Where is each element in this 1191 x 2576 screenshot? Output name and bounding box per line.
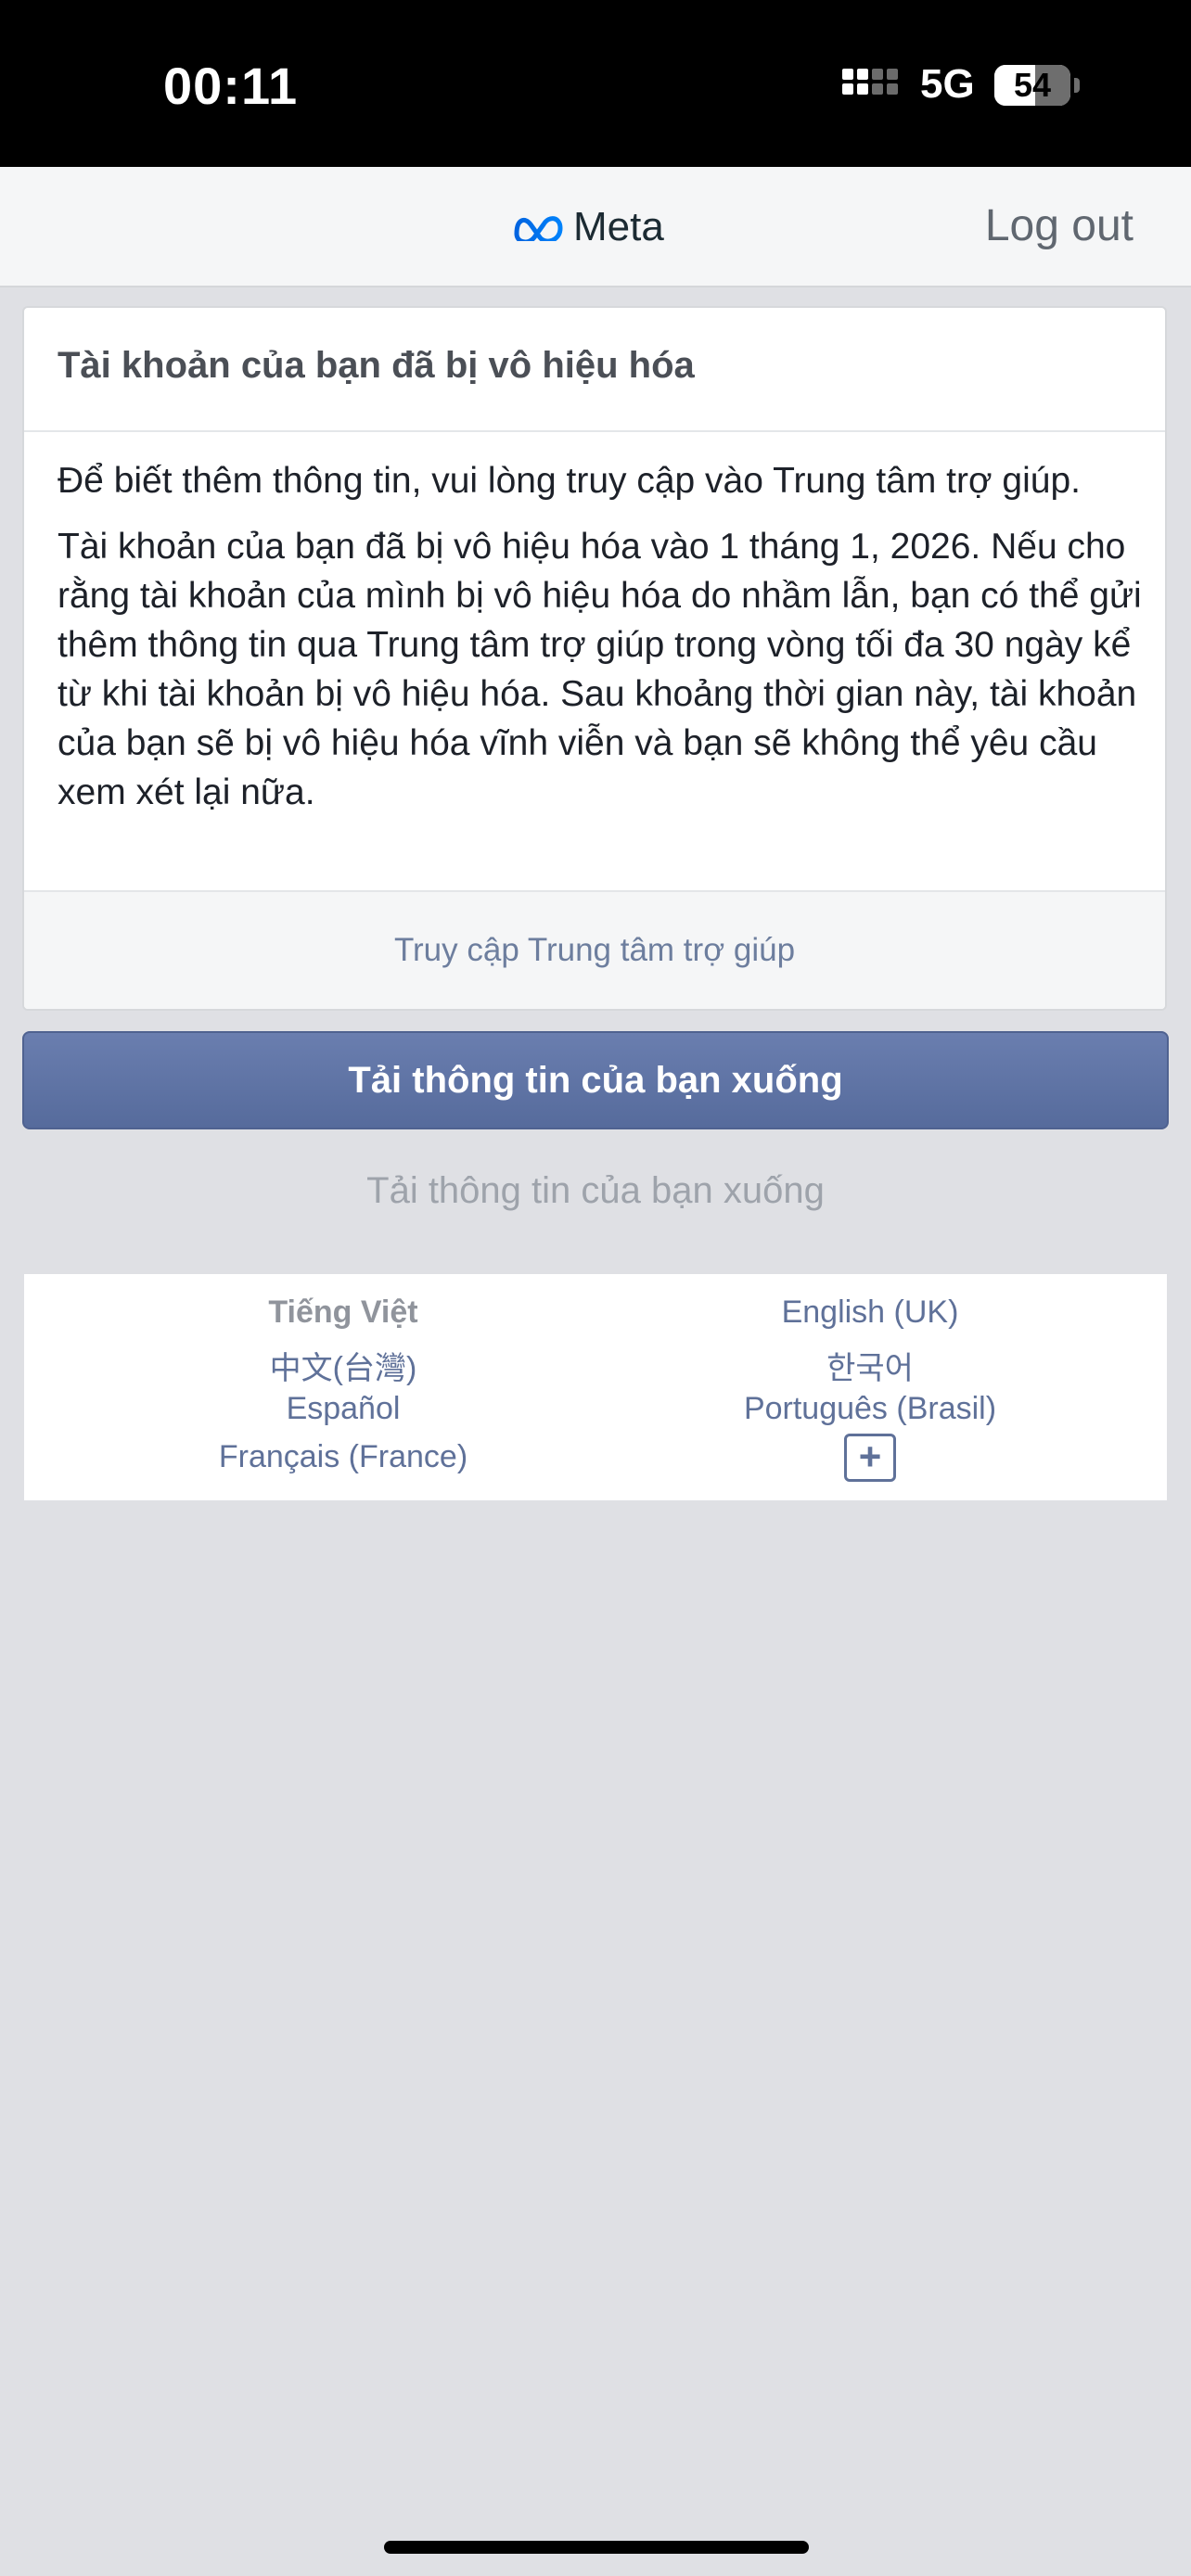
- status-bar: 00:11 5G 54: [0, 0, 1191, 167]
- language-chinese-taiwan[interactable]: 中文(台灣): [65, 1343, 621, 1388]
- language-english-uk[interactable]: English (UK): [592, 1294, 1148, 1331]
- battery-percentage: 54: [1013, 66, 1052, 104]
- card-title: Tài khoản của bạn đã bị vô hiệu hóa: [58, 345, 695, 386]
- disabled-details-paragraph: Tài khoản của bạn đã bị vô hiệu hóa vào …: [58, 527, 1142, 812]
- status-time: 00:11: [163, 57, 299, 115]
- cellular-signal-icon: [842, 69, 898, 95]
- logout-button[interactable]: Log out: [985, 200, 1133, 251]
- account-disabled-card: Tài khoản của bạn đã bị vô hiệu hóa Để b…: [22, 306, 1167, 1011]
- language-selector: Tiếng Việt English (UK) 中文(台灣) 한국어 Españ…: [24, 1274, 1167, 1500]
- top-navigation-bar: Meta Log out: [0, 167, 1191, 287]
- more-languages-button[interactable]: +: [844, 1434, 896, 1482]
- meta-infinity-icon: [514, 216, 563, 241]
- language-korean[interactable]: 한국어: [592, 1343, 1148, 1388]
- language-tieng-viet: Tiếng Việt: [268, 1294, 418, 1330]
- language-espanol[interactable]: Español: [65, 1391, 621, 1427]
- help-center-footer[interactable]: Truy cập Trung tâm trợ giúp: [24, 890, 1165, 1009]
- battery-tip: [1074, 78, 1080, 93]
- help-center-link[interactable]: Truy cập Trung tâm trợ giúp: [394, 932, 795, 968]
- download-info-link[interactable]: Tải thông tin của bạn xuống: [0, 1170, 1191, 1212]
- meta-wordmark: Meta: [573, 204, 664, 249]
- battery-icon: 54: [994, 65, 1070, 106]
- network-type: 5G: [920, 61, 975, 107]
- download-info-button[interactable]: Tải thông tin của bạn xuống: [22, 1031, 1169, 1129]
- language-portugues-brasil[interactable]: Português (Brasil): [592, 1391, 1148, 1427]
- meta-logo[interactable]: Meta: [512, 204, 664, 250]
- language-francais-france[interactable]: Français (France): [65, 1439, 621, 1475]
- card-body: Để biết thêm thông tin, vui lòng truy cậ…: [58, 456, 1143, 834]
- info-paragraph: Để biết thêm thông tin, vui lòng truy cậ…: [58, 461, 1081, 501]
- home-indicator[interactable]: [384, 2541, 809, 2554]
- card-divider: [24, 430, 1165, 432]
